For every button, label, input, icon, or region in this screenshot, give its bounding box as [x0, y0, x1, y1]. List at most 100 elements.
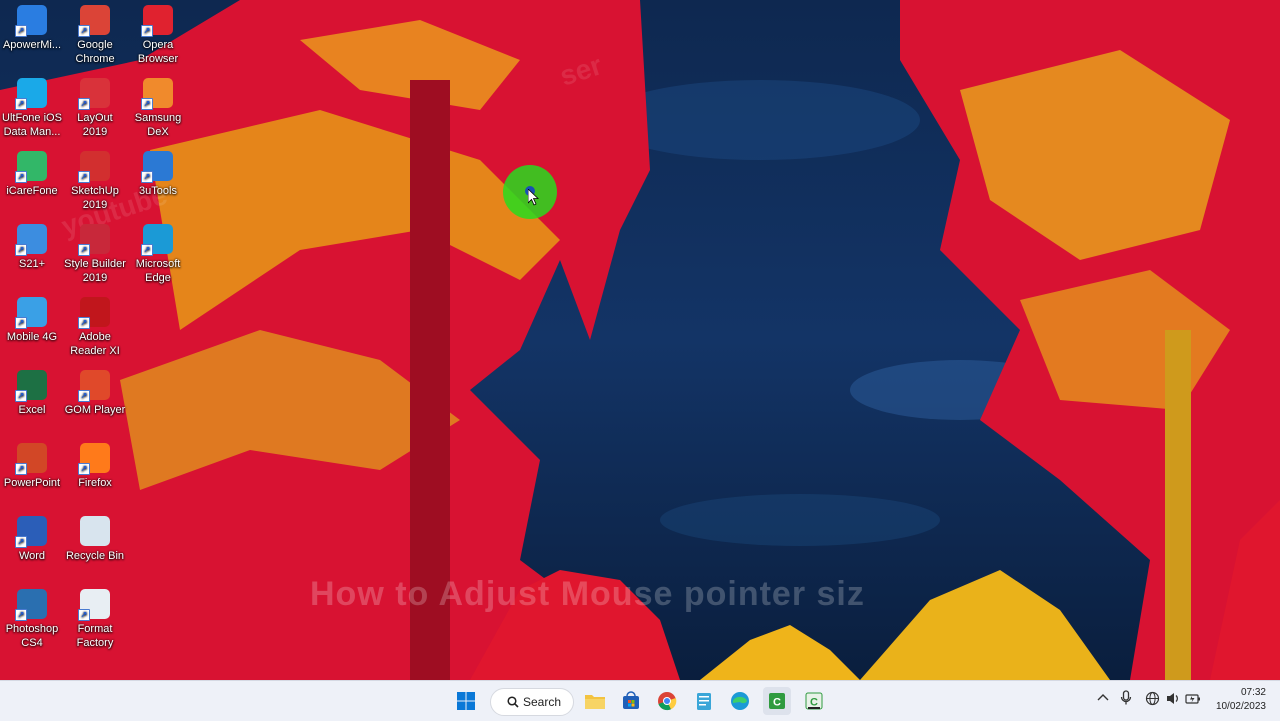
shortcut-arrow-icon: ↗ — [78, 171, 90, 183]
desktop-icon-label: iCareFone — [6, 185, 58, 197]
desktop-icon-style-builder[interactable]: ↗ Style Builder 2019 — [64, 224, 126, 285]
shortcut-arrow-icon: ↗ — [78, 244, 90, 256]
desktop-icon-label: Samsung DeX — [134, 112, 182, 138]
desktop-icon-edge[interactable]: ↗ Microsoft Edge — [127, 224, 189, 285]
shortcut-arrow-icon: ↗ — [15, 536, 27, 548]
recycle-bin-icon — [80, 516, 110, 546]
desktop-icon-firefox[interactable]: ↗ Firefox — [64, 443, 126, 490]
desktop-icon-label: Opera Browser — [137, 39, 179, 65]
shortcut-arrow-icon: ↗ — [78, 25, 90, 37]
desktop-icon-label: ApowerMi... — [2, 39, 62, 51]
svg-text:C: C — [810, 697, 818, 709]
s21-icon: ↗ — [15, 224, 47, 256]
chrome-icon — [658, 692, 677, 711]
desktop-icon-label: LayOut 2019 — [77, 112, 113, 138]
shortcut-arrow-icon: ↗ — [15, 390, 27, 402]
shortcut-arrow-icon: ↗ — [78, 463, 90, 475]
desktop-icon-opera[interactable]: ↗ Opera Browser — [127, 5, 189, 66]
network-globe-icon[interactable] — [1145, 691, 1160, 706]
search-icon — [507, 696, 519, 708]
shortcut-arrow-icon: ↗ — [78, 317, 90, 329]
edge-taskbar-button[interactable] — [726, 687, 754, 715]
desktop-icon-label: 3uTools — [139, 185, 177, 197]
desktop-icon-label: Google Chrome — [75, 39, 115, 65]
gom-player-icon: ↗ — [78, 370, 110, 402]
show-hidden-icons-chevron-up-icon[interactable] — [1097, 692, 1109, 704]
start-icon — [457, 692, 475, 710]
mobile-4g-icon: ↗ — [15, 297, 47, 329]
excel-icon: ↗ — [15, 370, 47, 402]
shortcut-arrow-icon: ↗ — [141, 244, 153, 256]
samsung-dex-icon: ↗ — [141, 78, 173, 110]
file-explorer-button[interactable] — [581, 687, 609, 715]
word-icon: ↗ — [15, 516, 47, 548]
store-button[interactable] — [617, 687, 645, 715]
shortcut-arrow-icon: ↗ — [15, 463, 27, 475]
taskbar-clock[interactable]: 07:32 10/02/2023 — [1216, 686, 1266, 714]
desktop-icon-s21[interactable]: ↗ S21+ — [1, 224, 63, 271]
layout-icon: ↗ — [78, 78, 110, 110]
desktop-icon-sketchup[interactable]: ↗ SketchUp 2019 — [64, 151, 126, 212]
battery-icon[interactable] — [1185, 691, 1201, 706]
desktop-icon-label: Microsoft Edge — [135, 258, 181, 284]
3utools-icon: ↗ — [141, 151, 173, 183]
desktop-icon-word[interactable]: ↗ Word — [1, 516, 63, 563]
shortcut-arrow-icon: ↗ — [78, 98, 90, 110]
desktop-icon-powerpoint[interactable]: ↗ PowerPoint — [1, 443, 63, 490]
notepad-button[interactable] — [690, 687, 718, 715]
ultfone-icon: ↗ — [15, 78, 47, 110]
desktop-icon-label: Recycle Bin — [65, 550, 125, 562]
shortcut-arrow-icon: ↗ — [141, 98, 153, 110]
file-explorer-icon — [585, 695, 605, 709]
desktop-icon-label: S21+ — [19, 258, 45, 270]
desktop-icon-recycle-bin[interactable]: Recycle Bin — [64, 516, 126, 563]
shortcut-arrow-icon: ↗ — [15, 98, 27, 110]
desktop-icon-icarefone[interactable]: ↗ iCareFone — [1, 151, 63, 198]
shortcut-arrow-icon: ↗ — [78, 609, 90, 621]
desktop-icon-label: Photoshop CS4 — [5, 623, 59, 649]
desktop-icon-layout[interactable]: ↗ LayOut 2019 — [64, 78, 126, 139]
svg-text:C: C — [773, 697, 781, 709]
sketchup-icon: ↗ — [78, 151, 110, 183]
desktop-icon-samsung-dex[interactable]: ↗ Samsung DeX — [127, 78, 189, 139]
shortcut-arrow-icon: ↗ — [15, 244, 27, 256]
video-watermark-title: How to Adjust Mouse pointer siz — [310, 575, 865, 613]
taskbar: Search C C 07:32 10/02/2023 — [0, 680, 1280, 721]
shortcut-arrow-icon: ↗ — [15, 25, 27, 37]
desktop-icon-label: GOM Player — [64, 404, 126, 416]
clock-time: 07:32 — [1240, 687, 1266, 698]
desktop-icon-label: Excel — [18, 404, 46, 416]
adobe-reader-icon: ↗ — [78, 297, 110, 329]
icarefone-icon: ↗ — [15, 151, 47, 183]
microphone-icon[interactable] — [1120, 690, 1132, 706]
desktop-icon-photoshop[interactable]: ↗ Photoshop CS4 — [1, 589, 63, 650]
edge-icon: ↗ — [141, 224, 173, 256]
desktop-icon-label: Mobile 4G — [6, 331, 58, 343]
desktop-icon-format-factory[interactable]: ↗ Format Factory — [64, 589, 126, 650]
opera-icon: ↗ — [141, 5, 173, 37]
search-label: Search — [523, 695, 562, 709]
camtasia-button[interactable]: C — [763, 687, 791, 715]
desktop-icon-label: Word — [18, 550, 46, 562]
volume-speaker-icon[interactable] — [1165, 691, 1180, 706]
desktop-icon-label: Firefox — [78, 477, 112, 489]
powerpoint-icon: ↗ — [15, 443, 47, 475]
desktop-icon-label: PowerPoint — [3, 477, 61, 489]
desktop-icon-label: Adobe Reader XI — [70, 331, 120, 357]
desktop-icon-label: Style Builder 2019 — [64, 258, 126, 284]
camtasia-icon: C — [769, 693, 785, 709]
desktop-icon-mobile-4g[interactable]: ↗ Mobile 4G — [1, 297, 63, 344]
desktop-icon-ultfone[interactable]: ↗ UltFone iOS Data Man... — [1, 78, 63, 139]
desktop-icon-gom-player[interactable]: ↗ GOM Player — [64, 370, 126, 417]
desktop-icon-3utools[interactable]: ↗ 3uTools — [127, 151, 189, 198]
desktop-icon-chrome[interactable]: ↗ Google Chrome — [64, 5, 126, 66]
chrome-taskbar-button[interactable] — [653, 687, 681, 715]
camtasia-recorder-button[interactable]: C — [800, 687, 828, 715]
start-button[interactable] — [452, 687, 480, 715]
mouse-pointer-icon — [528, 189, 540, 206]
taskbar-search-box[interactable]: Search — [490, 688, 574, 716]
desktop-icon-adobe-reader[interactable]: ↗ Adobe Reader XI — [64, 297, 126, 358]
style-builder-icon: ↗ — [78, 224, 110, 256]
desktop-icon-apowermirror[interactable]: ↗ ApowerMi... — [1, 5, 63, 52]
desktop-icon-excel[interactable]: ↗ Excel — [1, 370, 63, 417]
